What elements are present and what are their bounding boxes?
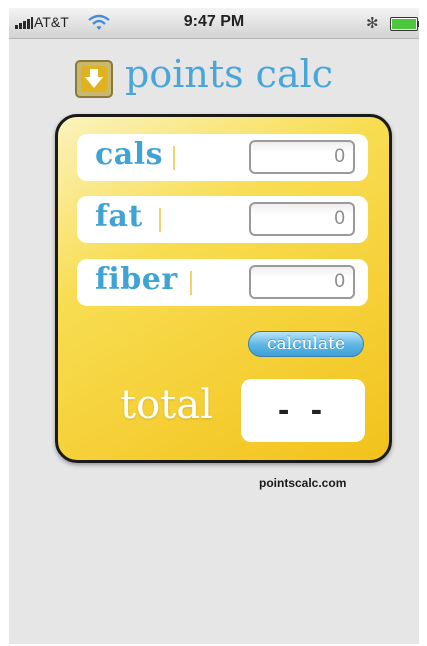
calculator-card: cals fat fiber calculate total - - [55, 114, 392, 463]
cals-label: cals [95, 137, 163, 172]
status-bar: AT&T 9:47 PM ✻ [9, 8, 419, 39]
app-screen: AT&T 9:47 PM ✻ points calc cals 0 fat 0 … [9, 8, 419, 644]
down-arrow-icon [75, 60, 113, 98]
site-footer-link[interactable]: pointscalc.com [259, 476, 346, 490]
total-label: total [120, 382, 213, 428]
cals-row: cals [77, 134, 368, 181]
battery-icon [390, 17, 419, 31]
fiber-label: fiber [95, 262, 178, 297]
total-value: - - [277, 391, 329, 429]
field-divider [159, 208, 161, 232]
status-time: 9:47 PM [183, 13, 245, 30]
fiber-input[interactable] [249, 265, 355, 299]
field-divider [190, 271, 192, 295]
fiber-row: fiber [77, 259, 368, 306]
total-box: - - [241, 379, 365, 442]
field-divider [173, 146, 175, 170]
fat-row: fat [77, 196, 368, 243]
bluetooth-icon: ✻ [366, 15, 379, 32]
cals-input[interactable] [249, 140, 355, 174]
app-title: points calc [125, 52, 334, 96]
calculate-button[interactable]: calculate [248, 331, 364, 357]
fat-input[interactable] [249, 202, 355, 236]
fat-label: fat [95, 199, 143, 234]
